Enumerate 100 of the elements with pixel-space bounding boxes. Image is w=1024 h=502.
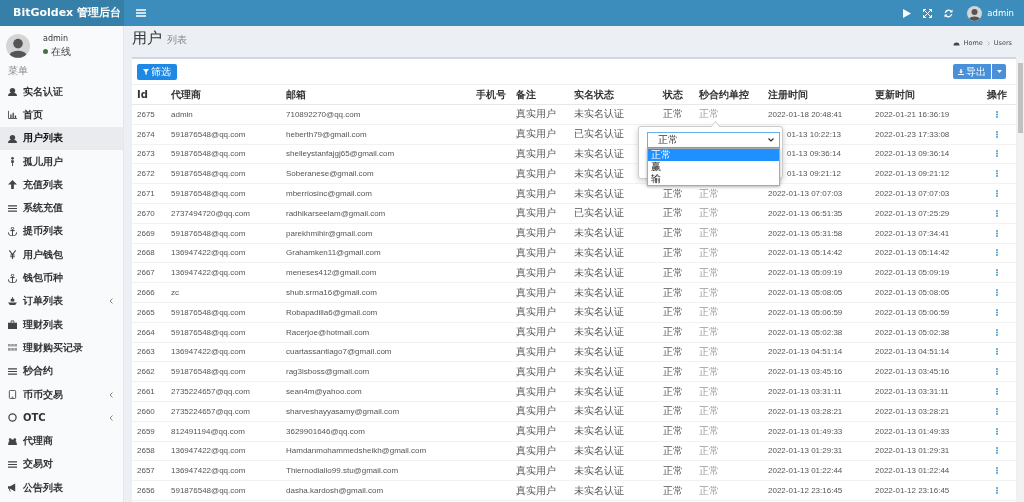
- filter-button[interactable]: 筛选: [137, 63, 177, 80]
- sidebar-item[interactable]: 交易对: [0, 452, 123, 477]
- sidebar-item[interactable]: 理财列表: [0, 312, 123, 337]
- kebab-menu-icon[interactable]: [995, 229, 998, 237]
- table-cell-text: 真实用户: [515, 206, 556, 221]
- table-cell-text: 2735224657@qq.com: [170, 387, 250, 397]
- table-cell-text: 未实名认证: [573, 305, 624, 320]
- column-header: 注册时间: [767, 87, 808, 102]
- table-cell-text: 正常: [662, 463, 683, 478]
- table-cell-text: 2022-01-21 16:36:19: [874, 109, 950, 119]
- sidebar-item[interactable]: 实名认证: [0, 80, 123, 104]
- select-field[interactable]: 正常: [647, 132, 780, 148]
- table-cell-text: 2659: [136, 426, 155, 436]
- table-cell-text: 2022-01-13 05:14:42: [767, 248, 843, 258]
- table-cell-text: 未实名认证: [573, 424, 624, 439]
- sidebar-item[interactable]: 秒合约: [0, 359, 123, 383]
- table-cell-text: 未实名认证: [573, 483, 624, 498]
- table-cell-text: 未实名认证: [573, 404, 624, 419]
- tablet-icon: [8, 390, 17, 399]
- sidebar-item[interactable]: 币币交易: [0, 382, 123, 407]
- kebab-menu-icon[interactable]: [995, 289, 998, 297]
- avatar-icon[interactable]: [967, 5, 983, 21]
- table-cell-text: 2666: [136, 288, 155, 298]
- user-icon: [8, 133, 17, 143]
- table-cell-text: 591876548@qq.com: [170, 129, 246, 139]
- table-cell-text: 真实用户: [515, 364, 556, 379]
- kebab-menu-icon[interactable]: [995, 110, 998, 118]
- table-cell-text: dasha.kardosh@gmail.com: [285, 486, 384, 496]
- kebab-menu-icon[interactable]: [995, 487, 998, 495]
- dropdown-option[interactable]: 输: [648, 173, 779, 185]
- table-cell-text: 正常: [698, 463, 719, 478]
- table-cell-text: 591876548@qq.com: [170, 189, 246, 199]
- table-cell-text: 136947422@qq.com: [170, 466, 246, 476]
- scrollbar[interactable]: [1017, 59, 1024, 502]
- column-header: 代理商: [170, 87, 201, 102]
- kebab-menu-icon[interactable]: [995, 348, 998, 356]
- sidebar-item[interactable]: OTC: [0, 406, 123, 430]
- sidebar-item[interactable]: 理财购买记录: [0, 336, 123, 360]
- ship-icon: [8, 296, 17, 306]
- sidebar-item[interactable]: 公告列表: [0, 476, 123, 500]
- app-brand[interactable]: BitGoldex 管理后台: [0, 0, 124, 26]
- table-cell-text: meneses412@gmail.com: [285, 268, 377, 278]
- sidebar-item[interactable]: 代理商: [0, 429, 123, 453]
- user-name[interactable]: admin: [987, 8, 1014, 18]
- kebab-menu-icon[interactable]: [995, 269, 998, 277]
- sidebar-item[interactable]: 孤儿用户: [0, 149, 123, 174]
- sidebar-item[interactable]: 用户钱包: [0, 243, 123, 267]
- table-cell-text: 真实用户: [515, 127, 556, 142]
- table-cell-text: 2022-01-13 03:28:21: [874, 406, 950, 416]
- dropdown-caret-button[interactable]: [992, 64, 1006, 79]
- sidebar-item[interactable]: 充值列表: [0, 173, 123, 197]
- table-cell-text: Robapadilla6@gmail.com: [285, 307, 378, 317]
- table-cell-text: 591876548@qq.com: [170, 149, 246, 159]
- table-cell-text: 591876548@qq.com: [170, 327, 246, 337]
- table-cell-text: 已实名认证: [573, 127, 624, 142]
- kebab-menu-icon[interactable]: [995, 190, 998, 198]
- table-cell-text: 正常: [662, 384, 683, 399]
- table-cell-text: 正常: [698, 265, 719, 280]
- dropdown-option[interactable]: 赢: [648, 161, 779, 173]
- table-cell-text: 591876548@qq.com: [170, 367, 246, 377]
- column-header: 状态: [661, 87, 683, 102]
- table-cell-text: 正常: [662, 344, 683, 359]
- sidebar-item[interactable]: 首页: [0, 103, 123, 127]
- kebab-menu-icon[interactable]: [995, 130, 998, 138]
- table-cell-text: 2022-01-13 06:51:35: [767, 208, 843, 218]
- kebab-menu-icon[interactable]: [995, 308, 998, 316]
- table-cell-text: 2022-01-13 05:14:42: [874, 248, 950, 258]
- table-cell-text: cuartassantiago7@gmail.com: [285, 347, 392, 357]
- table-cell-text: 未实名认证: [573, 186, 624, 201]
- kebab-menu-icon[interactable]: [995, 368, 998, 376]
- kebab-menu-icon[interactable]: [995, 388, 998, 396]
- sidebar-item[interactable]: 系统充值: [0, 196, 123, 220]
- kebab-menu-icon[interactable]: [995, 407, 998, 415]
- table-cell-text: 2022-01-13 01:49:33: [767, 426, 843, 436]
- sidebar-item[interactable]: 订单列表: [0, 289, 123, 313]
- table-cell-text: 未实名认证: [573, 443, 624, 458]
- table-cell-text: 2675: [136, 109, 155, 119]
- table-cell-text: 2667: [136, 268, 155, 278]
- sidebar-item[interactable]: 用户列表: [0, 126, 123, 150]
- table-cell-text: 591876548@qq.com: [170, 307, 246, 317]
- kebab-menu-icon[interactable]: [995, 427, 998, 435]
- page-title: 用户: [132, 29, 162, 48]
- menu-heading: 菜单: [7, 64, 28, 78]
- table-cell-text: sharveshayyasamy@gmail.com: [285, 406, 400, 416]
- yen-icon: [8, 250, 17, 260]
- table-cell-text: 2665: [136, 307, 155, 317]
- kebab-menu-icon[interactable]: [995, 447, 998, 455]
- kebab-menu-icon[interactable]: [995, 209, 998, 217]
- person-icon: [8, 157, 17, 167]
- table-cell-text: 正常: [698, 186, 719, 201]
- table-cell-text: 真实用户: [515, 404, 556, 419]
- kebab-menu-icon[interactable]: [995, 467, 998, 475]
- kebab-menu-icon[interactable]: [995, 150, 998, 158]
- column-header: 实名状态: [573, 87, 614, 102]
- sidebar-item[interactable]: 钱包币种: [0, 266, 123, 290]
- table-cell-text: Grahamken11@gmail.com: [285, 248, 381, 258]
- kebab-menu-icon[interactable]: [995, 328, 998, 336]
- sidebar-item[interactable]: 提币列表: [0, 219, 123, 244]
- kebab-menu-icon[interactable]: [995, 249, 998, 257]
- kebab-menu-icon[interactable]: [995, 170, 998, 178]
